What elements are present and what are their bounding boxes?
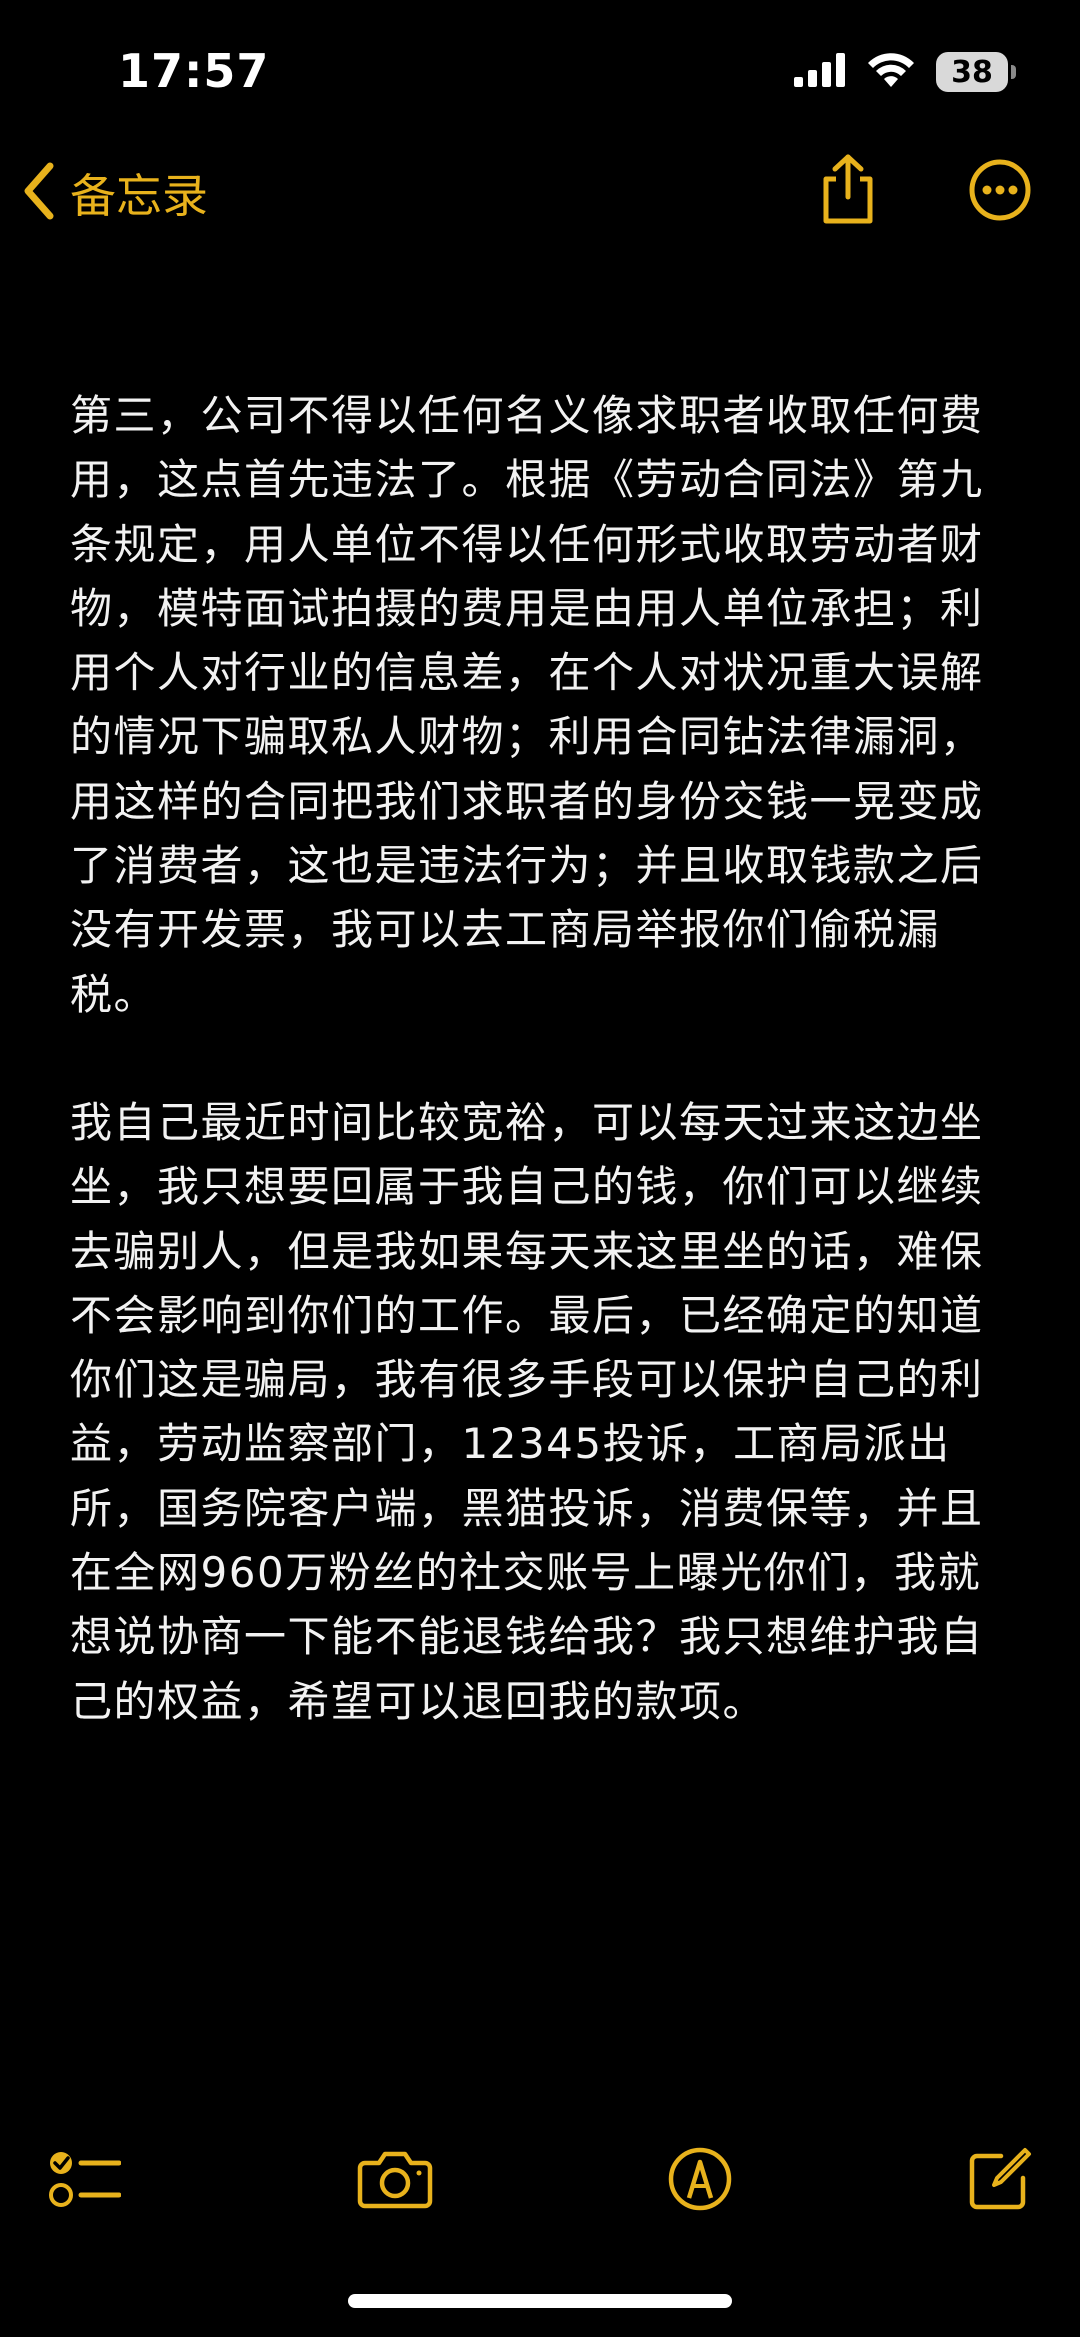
more-icon [968,158,1032,226]
share-icon [818,153,878,231]
chevron-left-icon [22,162,56,224]
camera-button[interactable] [350,2136,440,2226]
camera-icon [357,2149,433,2213]
compose-button[interactable] [955,2136,1045,2226]
bottom-toolbar [0,2130,1080,2230]
wifi-icon [868,53,914,91]
checklist-button[interactable] [40,2136,130,2226]
back-label: 备忘录 [70,169,208,223]
note-paragraph: 我自己最近时间比较宽裕，可以每天过来这边坐坐，我只想要回属于我自己的钱，你们可以… [70,1097,984,1726]
cellular-signal-icon [794,53,846,91]
checklist-icon [49,2147,122,2215]
nav-bar: 备忘录 [0,140,1080,250]
more-button[interactable] [958,150,1042,234]
markup-pen-icon [667,2146,733,2216]
note-body[interactable]: 第三，公司不得以任何名义像求职者收取任何费用，这点首先违法了。根据《劳动合同法》… [70,384,990,1798]
status-time: 17:57 [118,44,270,98]
status-indicators: 38 [794,50,1016,94]
compose-icon [967,2146,1033,2216]
battery-level: 38 [951,54,993,90]
markup-button[interactable] [655,2136,745,2226]
back-button[interactable]: 备忘录 [22,158,208,228]
status-bar: 17:57 38 [0,0,1080,140]
battery-icon: 38 [936,52,1016,92]
share-button[interactable] [806,150,890,234]
note-paragraph: 第三，公司不得以任何名义像求职者收取任何费用，这点首先违法了。根据《劳动合同法》… [70,391,984,1019]
home-indicator[interactable] [348,2294,732,2308]
